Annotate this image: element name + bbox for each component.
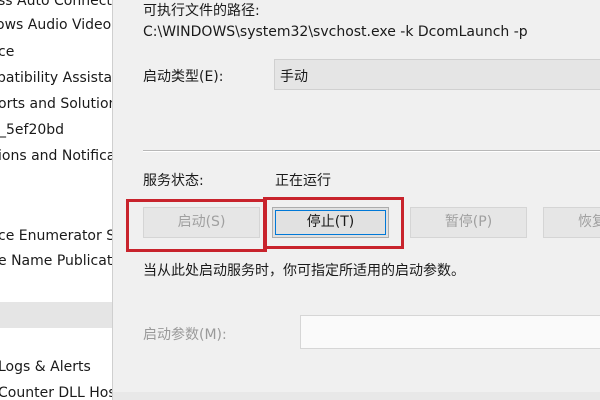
start-params-hint: 当从此处启动服务时，你可指定所适用的启动参数。 (143, 263, 465, 279)
highlight-box-start (126, 199, 267, 252)
section-divider (143, 150, 600, 152)
list-item[interactable]: Logs & Alerts (0, 357, 91, 377)
start-params-input[interactable] (300, 315, 600, 349)
list-item[interactable]: patibility Assistan (0, 68, 112, 88)
list-item-selected[interactable] (0, 302, 112, 328)
resume-button[interactable]: 恢复 (543, 207, 600, 238)
startup-type-label: 启动类型(E): (143, 69, 224, 85)
list-item[interactable]: ows Audio Video I (0, 15, 112, 35)
executable-path-value: C:\WINDOWS\system32\svchost.exe -k DcomL… (143, 24, 528, 40)
list-item[interactable]: ce (0, 42, 14, 62)
list-item[interactable]: Counter DLL Host (0, 383, 112, 400)
services-list: ss Auto Connectio ows Audio Video I ce p… (0, 0, 112, 400)
list-item[interactable]: ss Auto Connectio (0, 0, 112, 11)
list-item[interactable]: e Name Publicatio (0, 251, 112, 271)
list-item[interactable]: ce Enumerator Se (0, 226, 112, 246)
pause-button[interactable]: 暂停(P) (410, 207, 527, 238)
list-item[interactable]: orts and Solutions (0, 94, 112, 114)
executable-path-label: 可执行文件的路径: (143, 3, 260, 19)
service-status-value: 正在运行 (275, 173, 331, 189)
highlight-box-stop (263, 197, 404, 249)
list-item[interactable]: _5ef20bd (0, 120, 64, 140)
start-params-label: 启动参数(M): (143, 327, 227, 343)
bottom-edge (113, 392, 600, 400)
startup-type-select[interactable]: 手动 (274, 59, 600, 90)
startup-type-value: 手动 (280, 69, 308, 85)
list-item[interactable]: ions and Notificat (0, 146, 112, 166)
service-status-label: 服务状态: (143, 173, 204, 189)
service-properties-dialog: 可执行文件的路径: C:\WINDOWS\system32\svchost.ex… (112, 0, 600, 400)
